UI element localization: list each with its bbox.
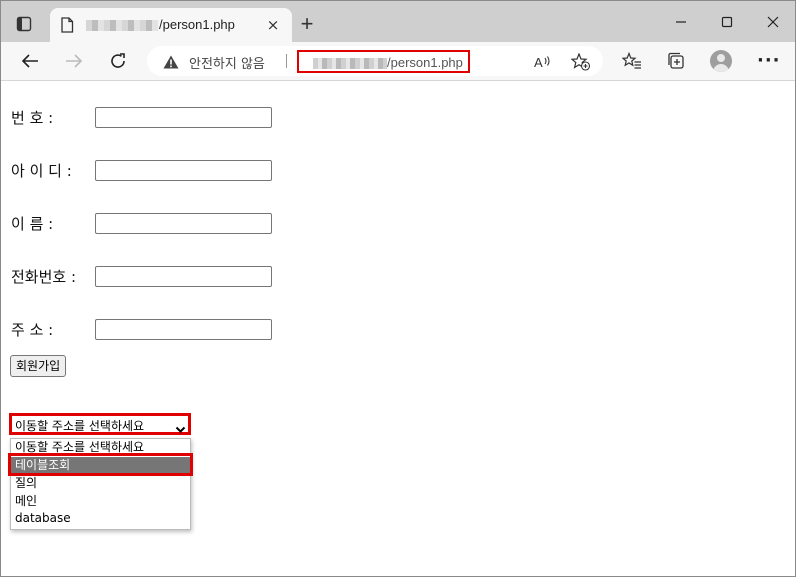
page-content: 번 호 : 아 이 디 : 이 름 : 전화번호 : 주 소 : 회원가입 이동… <box>1 81 795 576</box>
more-menu-icon[interactable]: ··· <box>757 50 781 71</box>
security-label[interactable]: 안전하지 않음 <box>189 53 265 72</box>
close-tab-icon[interactable]: × <box>264 16 282 34</box>
warning-icon[interactable] <box>163 54 179 73</box>
select-current-value: 이동할 주소를 선택하세요 <box>15 419 145 433</box>
tab-strip: /person1.php × + <box>1 1 795 42</box>
tab-title: /person1.php <box>86 17 235 32</box>
read-aloud-icon[interactable]: A <box>533 52 553 72</box>
chevron-down-icon <box>175 419 186 438</box>
refresh-icon[interactable] <box>105 48 131 74</box>
redacted-host <box>86 20 158 32</box>
select-option[interactable]: database <box>11 510 190 527</box>
address-bar[interactable]: 안전하지 않음 /person1.php A <box>147 46 603 76</box>
page-icon <box>60 17 76 33</box>
field-label-address: 주 소 : <box>11 321 54 339</box>
window-close-icon[interactable] <box>758 9 788 35</box>
number-input[interactable] <box>95 107 272 128</box>
select-dropdown-list: 이동할 주소를 선택하세요 테이블조회 질의 메인 database <box>10 438 191 530</box>
divider <box>286 54 287 68</box>
browser-toolbar: 안전하지 않음 /person1.php A ··· <box>1 42 795 81</box>
option-annotation-box <box>8 453 193 476</box>
browser-tab[interactable]: /person1.php × <box>50 8 292 42</box>
address-input[interactable] <box>95 319 272 340</box>
minimize-icon[interactable] <box>666 9 696 35</box>
signup-button[interactable]: 회원가입 <box>10 355 67 377</box>
profile-avatar[interactable] <box>710 50 732 72</box>
select-option[interactable]: 메인 <box>11 493 190 510</box>
back-arrow-icon[interactable] <box>17 48 43 74</box>
new-tab-button[interactable]: + <box>295 11 319 36</box>
select-option[interactable]: 질의 <box>11 475 190 492</box>
browser-window: /person1.php × + 안전하지 않음 /person1.php A … <box>0 0 796 577</box>
field-label-name: 이 름 : <box>11 215 54 233</box>
collections-icon[interactable] <box>665 50 687 72</box>
phone-input[interactable] <box>95 266 272 287</box>
redacted-host <box>313 58 387 70</box>
svg-text:A: A <box>534 55 543 70</box>
tab-actions-icon[interactable] <box>11 11 37 37</box>
forward-arrow-icon[interactable] <box>61 48 87 74</box>
field-label-number: 번 호 : <box>11 109 54 127</box>
navigation-select[interactable]: 이동할 주소를 선택하세요 <box>9 413 191 435</box>
url-path: /person1.php <box>387 55 463 70</box>
url-text[interactable]: /person1.php <box>313 55 463 70</box>
add-favorite-icon[interactable] <box>571 52 591 72</box>
url-highlight[interactable]: /person1.php <box>297 50 470 73</box>
id-input[interactable] <box>95 160 272 181</box>
tab-title-path: /person1.php <box>159 17 235 32</box>
favorites-icon[interactable] <box>621 50 643 72</box>
field-label-phone: 전화번호 : <box>11 268 77 286</box>
maximize-icon[interactable] <box>712 9 742 35</box>
field-label-id: 아 이 디 : <box>11 162 72 180</box>
name-input[interactable] <box>95 213 272 234</box>
